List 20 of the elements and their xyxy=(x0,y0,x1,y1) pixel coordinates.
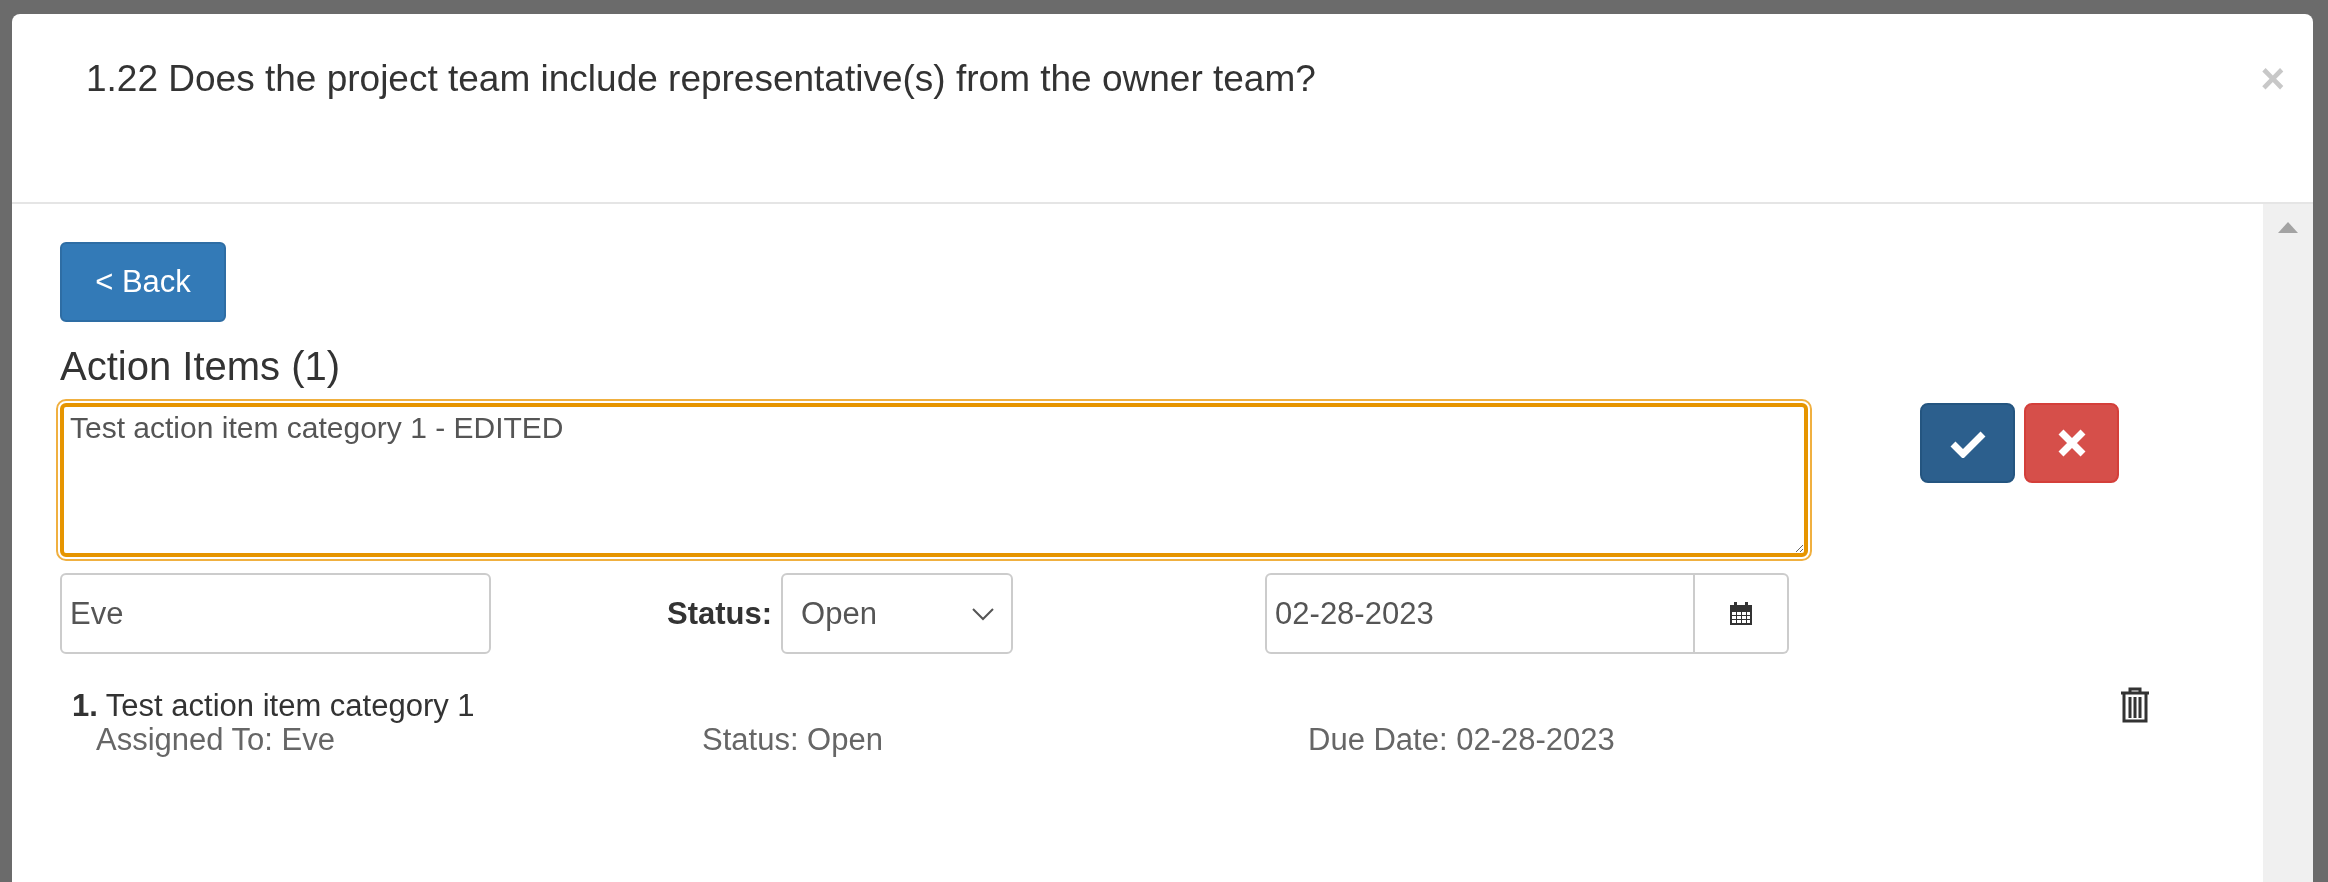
save-button[interactable] xyxy=(1920,403,2015,483)
status-text: Status: Open xyxy=(702,722,884,758)
cancel-button[interactable] xyxy=(2024,403,2119,483)
section-heading: Action Items (1) xyxy=(60,344,342,389)
dialog-title: 1.22 Does the project team include representative(s) from the owner team? xyxy=(86,58,1316,100)
due-date-field[interactable]: 02-28-2023 xyxy=(1265,573,1696,654)
scrollbar[interactable] xyxy=(2263,204,2313,882)
calendar-icon xyxy=(1728,600,1755,627)
back-button[interactable]: < Back xyxy=(60,242,226,322)
item-number: 1. xyxy=(72,688,98,723)
close-icon xyxy=(2056,428,2087,458)
trash-icon[interactable] xyxy=(2119,686,2151,724)
due-date-text: Due Date: 02-28-2023 xyxy=(1308,722,1615,758)
item-title: Test action item category 1 xyxy=(105,688,475,723)
assigned-to-text: Assigned To: Eve xyxy=(96,722,335,758)
calendar-button[interactable] xyxy=(1695,573,1790,654)
status-select[interactable]: Open xyxy=(781,573,1014,654)
assignee-field[interactable]: Eve xyxy=(60,573,491,654)
chevron-down-icon xyxy=(971,606,996,621)
status-label: Status: xyxy=(667,595,773,632)
